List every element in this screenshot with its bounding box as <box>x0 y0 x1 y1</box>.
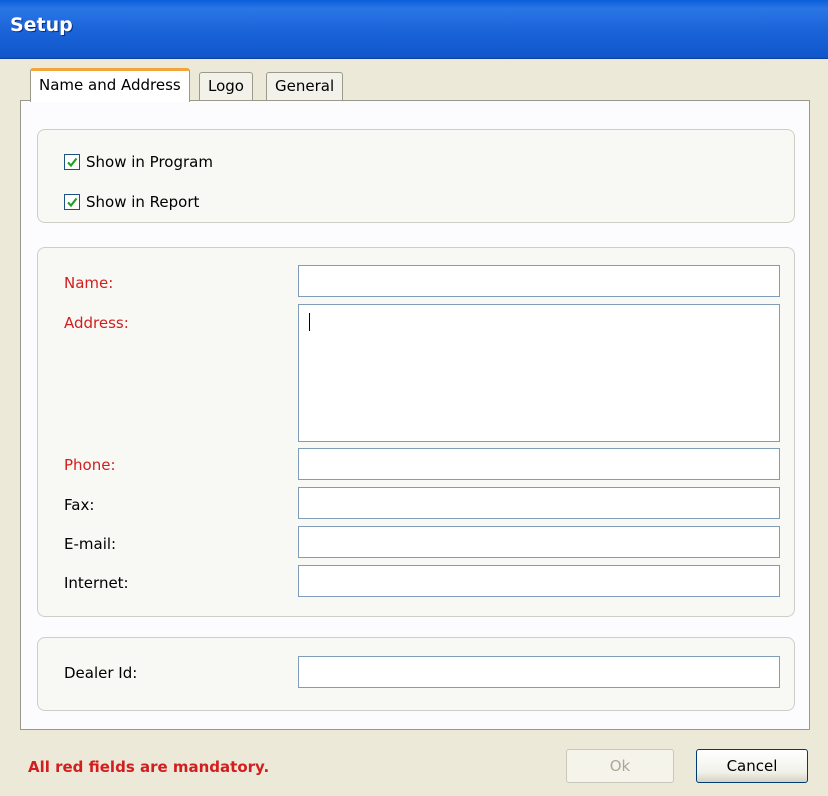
cancel-button[interactable]: Cancel <box>696 749 808 783</box>
checkbox-box[interactable] <box>64 194 80 210</box>
tab-label: General <box>275 77 335 95</box>
setup-dialog: Setup Name and Address Logo General Show… <box>0 0 828 796</box>
internet-input[interactable] <box>298 565 780 597</box>
email-input[interactable] <box>298 526 780 558</box>
email-label: E-mail: <box>64 535 117 553</box>
phone-label: Phone: <box>64 456 116 474</box>
ok-button[interactable]: Ok <box>566 749 674 783</box>
tab-panel-name-and-address: Show in Program Show in Report Name: Add… <box>20 100 810 730</box>
mandatory-fields-note: All red fields are mandatory. <box>28 758 270 776</box>
phone-input[interactable] <box>298 448 780 480</box>
internet-label: Internet: <box>64 574 129 592</box>
contact-details-group: Name: Address: Phone: Fax: E-mail: Inter… <box>37 247 795 617</box>
check-mark-icon <box>67 157 78 168</box>
dealer-id-label: Dealer Id: <box>64 664 138 682</box>
tab-logo[interactable]: Logo <box>199 72 253 100</box>
address-label: Address: <box>64 314 129 332</box>
show-in-report-label: Show in Report <box>86 193 200 211</box>
text-caret <box>309 313 310 331</box>
fax-label: Fax: <box>64 496 95 514</box>
checkbox-box[interactable] <box>64 154 80 170</box>
tab-label: Logo <box>208 77 244 95</box>
tab-name-and-address[interactable]: Name and Address <box>30 68 190 102</box>
tab-general[interactable]: General <box>266 72 344 100</box>
ok-button-label: Ok <box>609 757 631 775</box>
show-in-program-label: Show in Program <box>86 153 213 171</box>
tab-label: Name and Address <box>39 76 181 94</box>
check-mark-icon <box>67 197 78 208</box>
name-input[interactable] <box>298 265 780 297</box>
show-in-program-checkbox[interactable]: Show in Program <box>64 150 213 174</box>
name-label: Name: <box>64 274 114 292</box>
fax-input[interactable] <box>298 487 780 519</box>
dealer-id-input[interactable] <box>298 656 780 688</box>
visibility-group: Show in Program Show in Report <box>37 129 795 223</box>
show-in-report-checkbox[interactable]: Show in Report <box>64 190 199 214</box>
cancel-button-label: Cancel <box>726 757 778 775</box>
title-bar[interactable]: Setup <box>0 0 828 59</box>
address-textarea[interactable] <box>298 304 780 442</box>
window-title: Setup <box>10 14 73 36</box>
dealer-group: Dealer Id: <box>37 637 795 711</box>
